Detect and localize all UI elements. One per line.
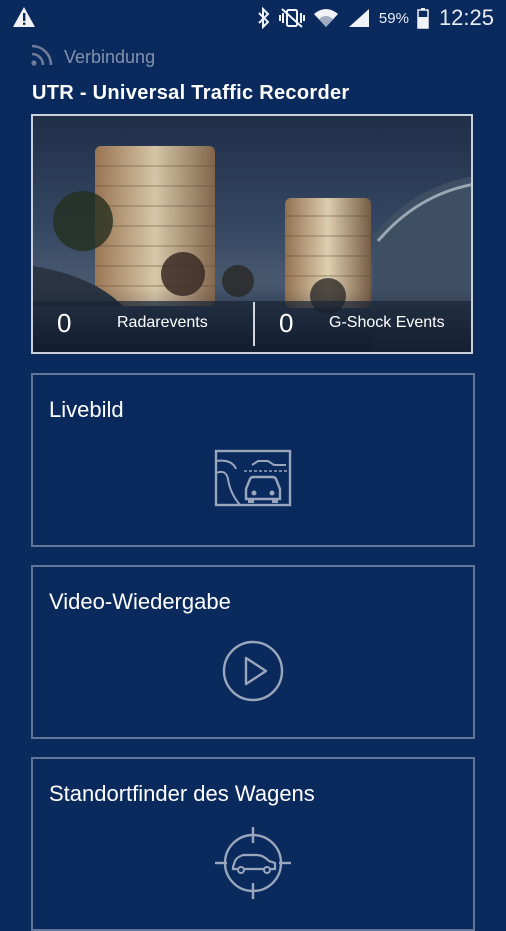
battery-percent: 59% <box>378 9 409 27</box>
connection-status[interactable]: Verbindung <box>30 44 155 70</box>
page-title: UTR - Universal Traffic Recorder <box>32 82 350 104</box>
radar-event-count: 0 <box>57 308 72 338</box>
bluetooth-icon <box>257 7 271 29</box>
car-locator-card[interactable]: Standortfinder des Wagens <box>31 757 475 931</box>
connection-label: Verbindung <box>64 46 156 67</box>
play-icon <box>221 639 285 708</box>
car-locator-icon <box>213 825 293 906</box>
stats-divider <box>253 302 255 346</box>
status-bar: 59% 12:25 <box>0 0 506 36</box>
live-view-car-icon <box>214 449 292 514</box>
gshock-event-count: 0 <box>279 308 294 338</box>
livebild-title: Livebild <box>49 397 124 422</box>
warning-icon <box>12 6 36 33</box>
gshock-event-label: G-Shock Events <box>329 314 445 331</box>
rss-icon <box>30 43 56 72</box>
video-playback-card[interactable]: Video-Wiedergabe <box>31 565 475 739</box>
signal-icon <box>347 7 371 29</box>
clock: 12:25 <box>438 5 494 30</box>
livebild-card[interactable]: Livebild <box>31 373 475 547</box>
video-playback-title: Video-Wiedergabe <box>49 589 231 614</box>
hero-banner: 0 Radarevents 0 G-Shock Events <box>31 114 473 354</box>
battery-icon <box>417 7 429 29</box>
radar-event-label: Radarevents <box>117 314 208 331</box>
car-locator-title: Standortfinder des Wagens <box>49 781 315 806</box>
vibrate-mute-icon <box>278 7 305 29</box>
wifi-icon <box>313 7 339 29</box>
